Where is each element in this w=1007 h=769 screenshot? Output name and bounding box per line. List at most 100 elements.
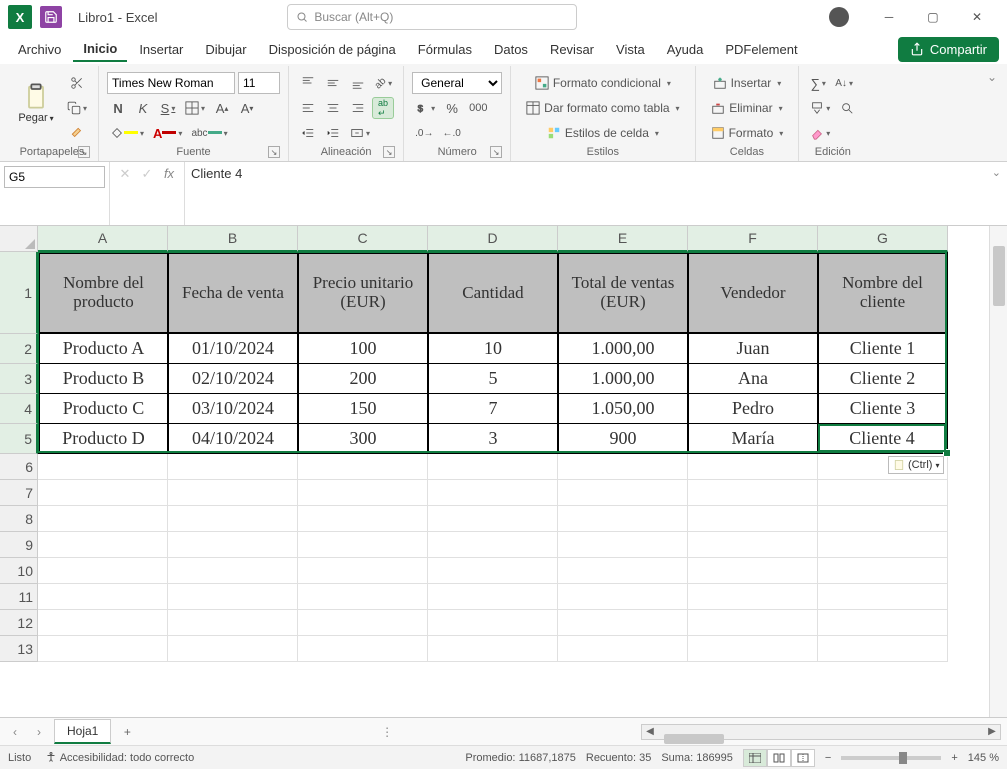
row-header-5[interactable]: 5 <box>0 424 38 454</box>
cell-A7[interactable] <box>38 480 168 506</box>
col-header-F[interactable]: F <box>688 226 818 252</box>
cell-F13[interactable] <box>688 636 818 662</box>
column-headers[interactable]: ABCDEFG <box>38 226 948 252</box>
cell-A8[interactable] <box>38 506 168 532</box>
align-left-button[interactable] <box>297 97 319 119</box>
cell-C3[interactable]: 200 <box>298 364 428 394</box>
cell-B12[interactable] <box>168 610 298 636</box>
cell-F1[interactable]: Vendedor <box>688 252 818 334</box>
cell-E6[interactable] <box>558 454 688 480</box>
cell-B13[interactable] <box>168 636 298 662</box>
row-header-13[interactable]: 13 <box>0 636 38 662</box>
cell-G2[interactable]: Cliente 1 <box>818 334 948 364</box>
cell-C13[interactable] <box>298 636 428 662</box>
cell-A11[interactable] <box>38 584 168 610</box>
insert-cells-button[interactable]: Insertar <box>704 72 791 94</box>
tab-revisar[interactable]: Revisar <box>540 38 604 61</box>
cell-A9[interactable] <box>38 532 168 558</box>
sheet-nav-next[interactable]: › <box>30 725 48 739</box>
cell-E12[interactable] <box>558 610 688 636</box>
fill-button[interactable] <box>807 97 833 119</box>
find-button[interactable] <box>836 97 858 119</box>
cell-D5[interactable]: 3 <box>428 424 558 454</box>
align-top-button[interactable] <box>297 72 319 94</box>
cell-B5[interactable]: 04/10/2024 <box>168 424 298 454</box>
cell-D13[interactable] <box>428 636 558 662</box>
view-page-layout-button[interactable] <box>767 749 791 767</box>
format-cells-button[interactable]: Formato <box>704 122 791 144</box>
maximize-button[interactable]: ▢ <box>911 2 955 32</box>
row-header-10[interactable]: 10 <box>0 558 38 584</box>
format-as-table-button[interactable]: Dar formato como tabla <box>519 97 686 119</box>
cell-D10[interactable] <box>428 558 558 584</box>
cell-E8[interactable] <box>558 506 688 532</box>
zoom-slider[interactable] <box>841 756 941 760</box>
add-sheet-button[interactable]: + <box>117 722 137 742</box>
cell-B11[interactable] <box>168 584 298 610</box>
cell-F10[interactable] <box>688 558 818 584</box>
cell-C4[interactable]: 150 <box>298 394 428 424</box>
cell-F8[interactable] <box>688 506 818 532</box>
cell-D9[interactable] <box>428 532 558 558</box>
cell-B8[interactable] <box>168 506 298 532</box>
cell-E4[interactable]: 1.050,00 <box>558 394 688 424</box>
view-page-break-button[interactable] <box>791 749 815 767</box>
alignment-launcher[interactable]: ↘ <box>383 146 395 158</box>
tab-ayuda[interactable]: Ayuda <box>657 38 714 61</box>
search-box[interactable]: Buscar (Alt+Q) <box>287 4 577 30</box>
autosum-button[interactable]: ∑ <box>807 72 829 94</box>
sort-filter-button[interactable]: A↓ <box>832 72 856 94</box>
close-button[interactable]: ✕ <box>955 2 999 32</box>
fx-button[interactable]: fx <box>160 166 178 181</box>
save-icon[interactable] <box>40 6 62 28</box>
cell-D2[interactable]: 10 <box>428 334 558 364</box>
cell-F7[interactable] <box>688 480 818 506</box>
cell-D12[interactable] <box>428 610 558 636</box>
zoom-out-button[interactable]: − <box>825 752 831 764</box>
cell-C9[interactable] <box>298 532 428 558</box>
expand-formula-bar-button[interactable]: ⌄ <box>992 166 1001 179</box>
cell-C5[interactable]: 300 <box>298 424 428 454</box>
cell-C10[interactable] <box>298 558 428 584</box>
decrease-decimal-button[interactable]: ←.0 <box>440 122 464 144</box>
cell-F4[interactable]: Pedro <box>688 394 818 424</box>
delete-cells-button[interactable]: Eliminar <box>704 97 791 119</box>
cell-A10[interactable] <box>38 558 168 584</box>
cell-E9[interactable] <box>558 532 688 558</box>
bold-button[interactable]: N <box>107 97 129 119</box>
user-avatar[interactable] <box>829 7 849 27</box>
accounting-format-button[interactable]: $ <box>412 97 438 119</box>
horizontal-scrollbar[interactable]: ◀▶ <box>641 724 1001 740</box>
cell-B1[interactable]: Fecha de venta <box>168 252 298 334</box>
cell-D6[interactable] <box>428 454 558 480</box>
col-header-B[interactable]: B <box>168 226 298 252</box>
clipboard-launcher[interactable]: ↘ <box>78 146 90 158</box>
conditional-format-button[interactable]: Formato condicional <box>519 72 686 94</box>
cell-D7[interactable] <box>428 480 558 506</box>
border-button[interactable] <box>182 97 208 119</box>
cell-G7[interactable] <box>818 480 948 506</box>
align-bottom-button[interactable] <box>347 72 369 94</box>
cell-D3[interactable]: 5 <box>428 364 558 394</box>
cell-D11[interactable] <box>428 584 558 610</box>
cell-F2[interactable]: Juan <box>688 334 818 364</box>
comma-button[interactable]: 000 <box>466 97 490 119</box>
tab-pdfelement[interactable]: PDFelement <box>715 38 807 61</box>
cell-A5[interactable]: Producto D <box>38 424 168 454</box>
tab-disposicion[interactable]: Disposición de página <box>259 38 406 61</box>
font-size-combo[interactable] <box>238 72 280 94</box>
cell-A12[interactable] <box>38 610 168 636</box>
fill-color-button[interactable] <box>107 122 147 144</box>
align-middle-button[interactable] <box>322 72 344 94</box>
cell-C2[interactable]: 100 <box>298 334 428 364</box>
cell-E7[interactable] <box>558 480 688 506</box>
cell-G3[interactable]: Cliente 2 <box>818 364 948 394</box>
sheet-nav-prev[interactable]: ‹ <box>6 725 24 739</box>
cell-D4[interactable]: 7 <box>428 394 558 424</box>
decrease-font-button[interactable]: A▾ <box>236 97 258 119</box>
col-header-D[interactable]: D <box>428 226 558 252</box>
tab-dibujar[interactable]: Dibujar <box>195 38 256 61</box>
col-header-C[interactable]: C <box>298 226 428 252</box>
row-header-1[interactable]: 1 <box>0 252 38 334</box>
cells-container[interactable]: Nombre del productoFecha de ventaPrecio … <box>38 252 948 662</box>
